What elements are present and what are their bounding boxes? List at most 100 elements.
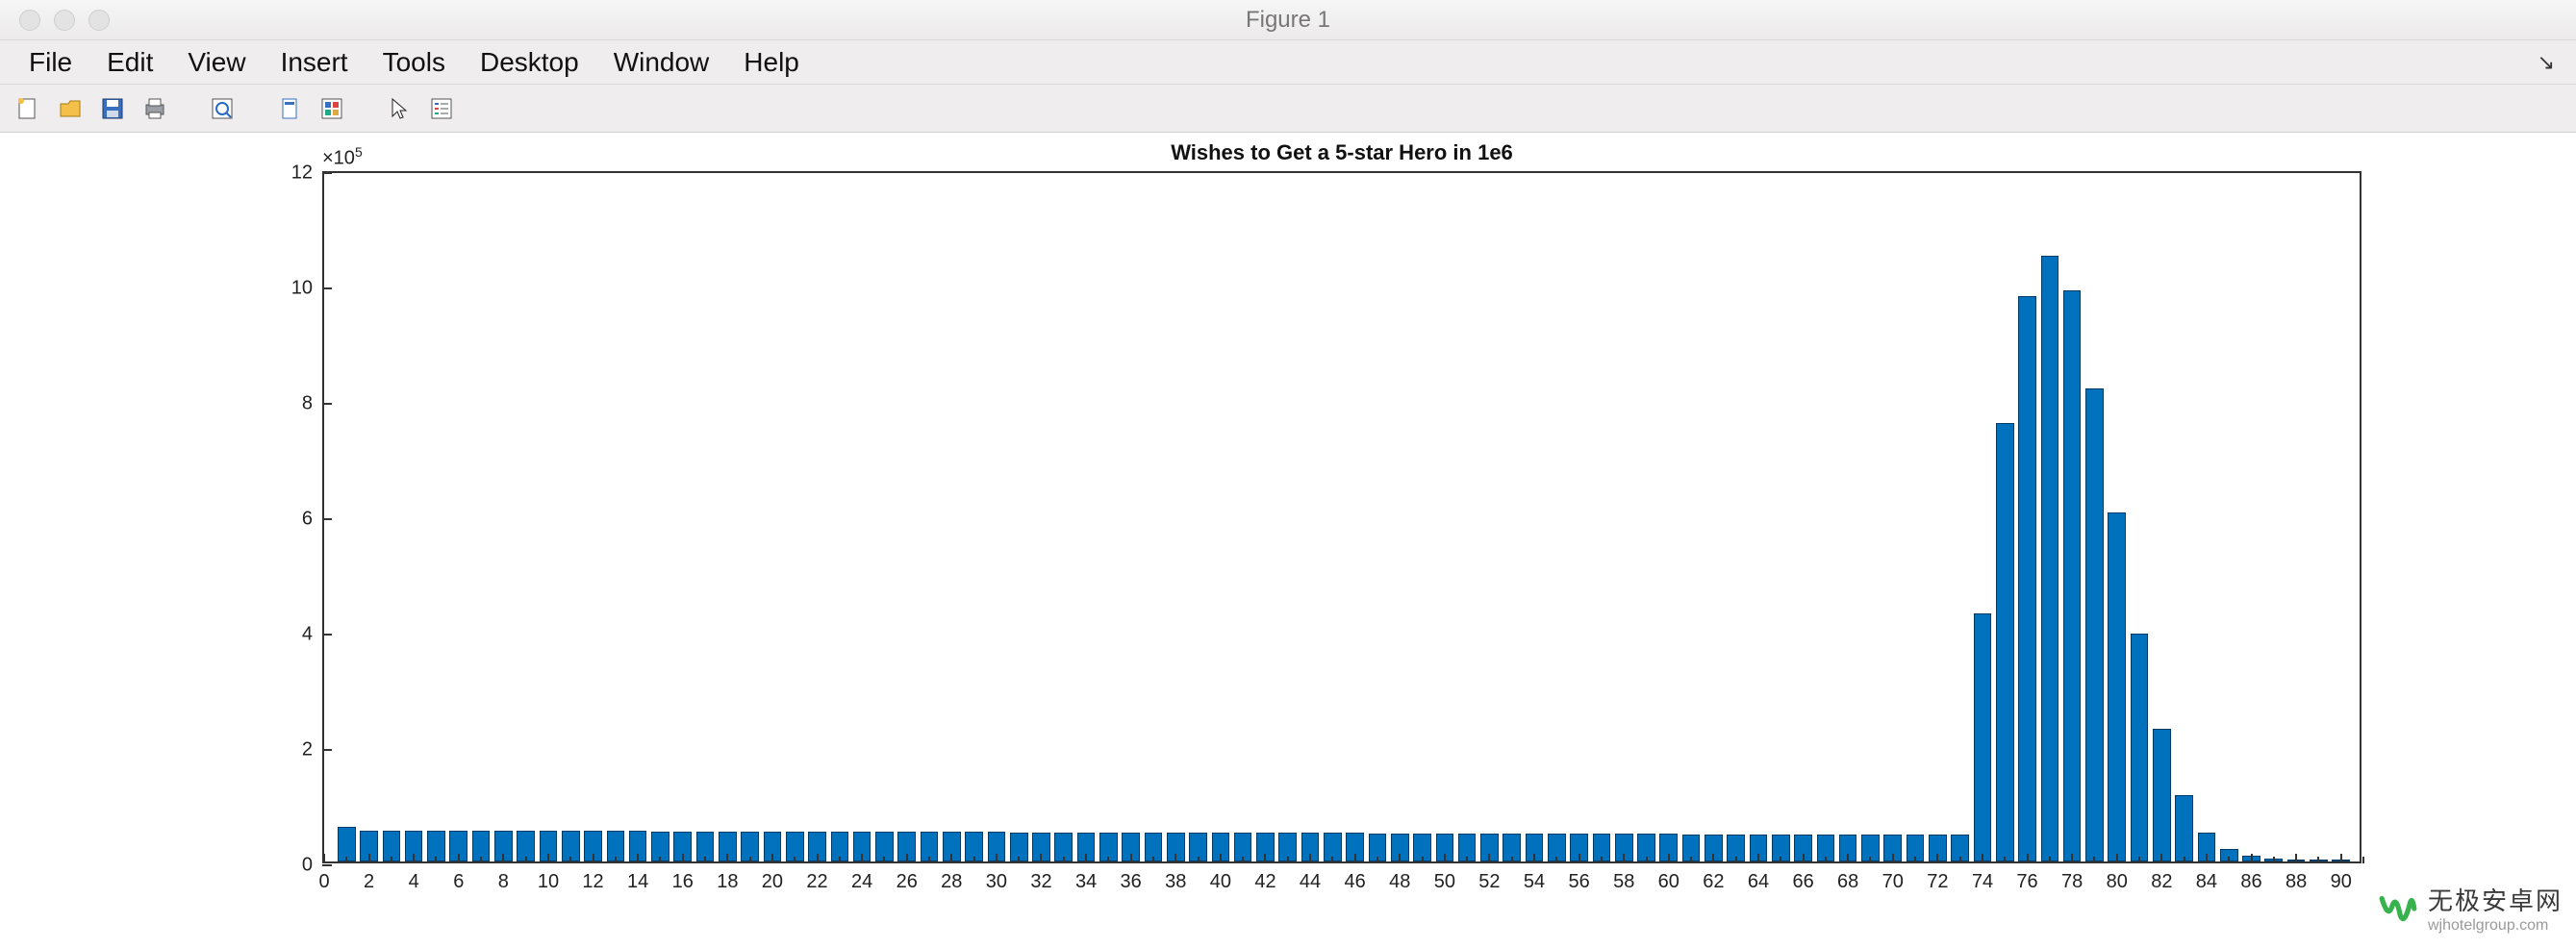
- x-tick: [593, 854, 594, 863]
- x-tick: [1668, 854, 1670, 863]
- x-tick-label: 24: [851, 871, 872, 893]
- x-tick-label: 6: [453, 871, 464, 893]
- x-tick: [637, 854, 639, 863]
- y-tick-label: 2: [302, 739, 313, 761]
- x-tick: [1242, 857, 1244, 863]
- bar: [2108, 512, 2126, 861]
- menu-window[interactable]: Window: [596, 43, 727, 82]
- x-tick: [704, 857, 706, 863]
- x-tick: [1376, 857, 1378, 863]
- x-tick-label: 22: [806, 871, 827, 893]
- x-tick-label: 66: [1792, 871, 1813, 893]
- y-tick-label: 10: [291, 278, 313, 300]
- y-tick: [322, 287, 332, 289]
- x-tick: [682, 854, 684, 863]
- figure-canvas[interactable]: Wishes to Get a 5-star Hero in 1e6 ×105 …: [0, 133, 2576, 948]
- x-tick-label: 2: [364, 871, 374, 893]
- menu-help[interactable]: Help: [726, 43, 817, 82]
- x-tick: [1130, 854, 1132, 863]
- x-tick: [2184, 857, 2185, 863]
- bar: [2131, 634, 2149, 861]
- x-tick: [2004, 857, 2006, 863]
- x-tick: [906, 854, 908, 863]
- x-tick-label: 64: [1748, 871, 1769, 893]
- x-tick-label: 46: [1345, 871, 1366, 893]
- x-tick-label: 18: [717, 871, 738, 893]
- edit-plot-cursor-button[interactable]: [381, 90, 417, 127]
- x-tick-label: 26: [897, 871, 918, 893]
- x-tick-label: 42: [1254, 871, 1275, 893]
- x-tick: [1578, 854, 1580, 863]
- x-tick: [1309, 854, 1311, 863]
- x-tick: [2049, 857, 2051, 863]
- x-tick: [1757, 854, 1759, 863]
- x-tick-label: 56: [1568, 871, 1589, 893]
- new-figure-button[interactable]: [10, 90, 46, 127]
- toolbar: [0, 85, 2576, 133]
- x-tick: [1533, 854, 1535, 863]
- x-tick: [1982, 854, 1983, 863]
- x-tick-label: 14: [627, 871, 648, 893]
- menu-file[interactable]: File: [12, 43, 89, 82]
- bar-series: [324, 173, 2360, 861]
- x-tick: [1466, 857, 1468, 863]
- window-title: Figure 1: [0, 7, 2576, 34]
- x-tick: [323, 854, 325, 863]
- x-tick-label: 8: [498, 871, 509, 893]
- y-tick-label: 0: [302, 855, 313, 877]
- x-tick: [950, 854, 952, 863]
- menu-desktop[interactable]: Desktop: [463, 43, 596, 82]
- menu-insert[interactable]: Insert: [264, 43, 366, 82]
- menu-edit[interactable]: Edit: [89, 43, 170, 82]
- x-tick-label: 20: [762, 871, 783, 893]
- link-plot-button[interactable]: [271, 90, 308, 127]
- x-tick: [1399, 854, 1401, 863]
- x-tick: [1063, 857, 1065, 863]
- bar: [2153, 729, 2171, 861]
- dock-controls-icon[interactable]: ↘: [2528, 50, 2564, 75]
- menu-tools[interactable]: Tools: [366, 43, 463, 82]
- x-tick: [1892, 854, 1894, 863]
- x-tick-label: 40: [1210, 871, 1231, 893]
- x-tick-label: 88: [2286, 871, 2307, 893]
- bar: [2085, 388, 2104, 861]
- x-tick: [615, 857, 617, 863]
- x-tick: [1959, 857, 1961, 863]
- print-preview-button[interactable]: [204, 90, 240, 127]
- x-tick-label: 32: [1030, 871, 1051, 893]
- insert-colorbar-button[interactable]: [314, 90, 350, 127]
- x-tick: [1287, 857, 1289, 863]
- axes[interactable]: 0246810121416182022242628303234363840424…: [322, 171, 2361, 863]
- minimize-window-button[interactable]: [54, 10, 75, 31]
- y-tick: [322, 864, 332, 866]
- x-tick: [569, 857, 571, 863]
- x-tick: [1780, 857, 1781, 863]
- x-tick: [480, 857, 482, 863]
- x-tick: [2138, 857, 2140, 863]
- bar: [1974, 613, 1992, 861]
- x-tick: [2027, 854, 2029, 863]
- x-tick-label: 30: [986, 871, 1007, 893]
- y-tick-label: 6: [302, 509, 313, 531]
- bar: [2063, 290, 2082, 861]
- x-tick-label: 76: [2016, 871, 2037, 893]
- open-file-button[interactable]: [52, 90, 88, 127]
- x-tick: [1825, 857, 1827, 863]
- insert-legend-button[interactable]: [423, 90, 460, 127]
- x-tick: [1623, 854, 1625, 863]
- menu-view[interactable]: View: [170, 43, 263, 82]
- x-tick: [1847, 854, 1849, 863]
- x-tick-label: 28: [941, 871, 962, 893]
- x-tick: [1936, 854, 1938, 863]
- x-tick-label: 34: [1075, 871, 1097, 893]
- x-tick: [2273, 857, 2275, 863]
- save-button[interactable]: [94, 90, 131, 127]
- print-button[interactable]: [137, 90, 173, 127]
- x-tick-label: 78: [2061, 871, 2083, 893]
- close-window-button[interactable]: [19, 10, 40, 31]
- x-tick: [2317, 857, 2319, 863]
- x-tick: [1712, 854, 1714, 863]
- x-tick: [1422, 857, 1424, 863]
- maximize-window-button[interactable]: [88, 10, 110, 31]
- x-tick-label: 52: [1478, 871, 1500, 893]
